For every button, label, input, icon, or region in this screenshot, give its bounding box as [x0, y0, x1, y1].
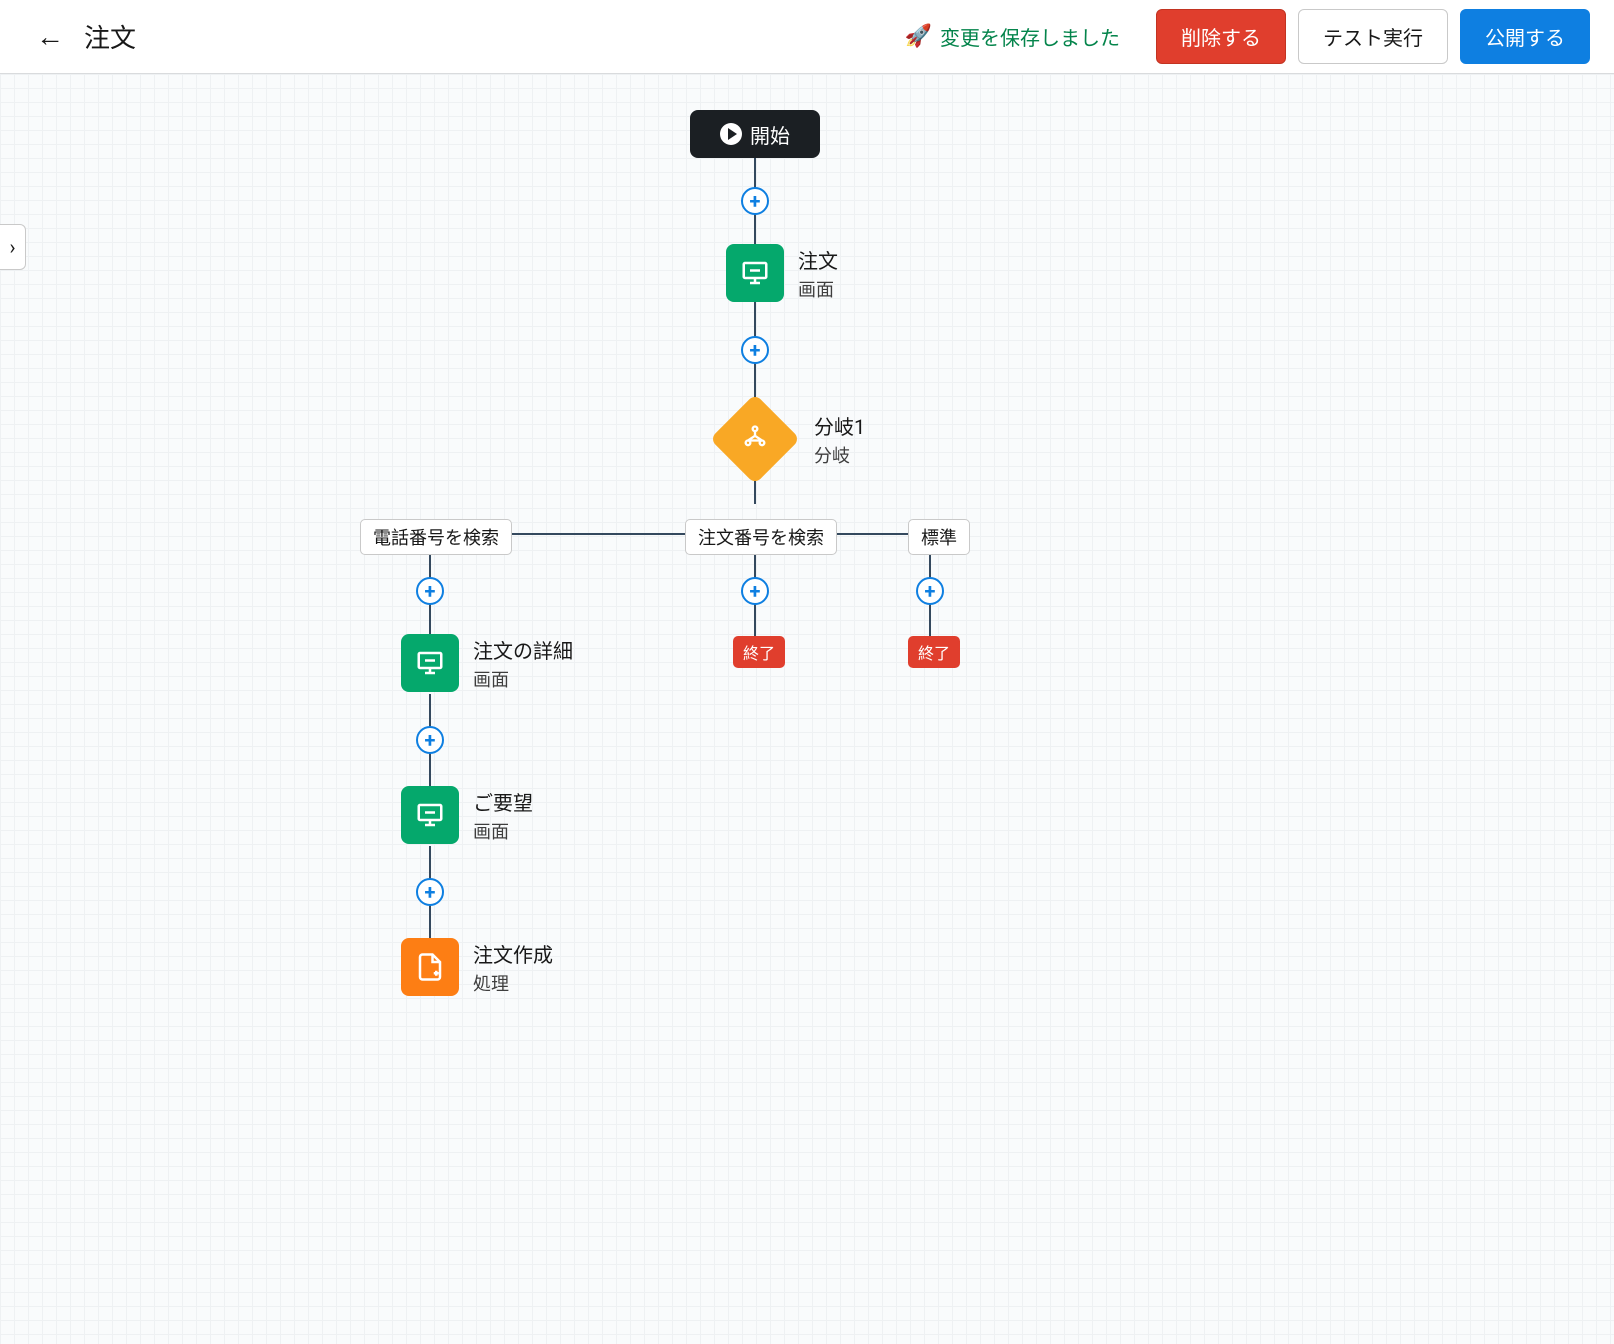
node-title: 分岐1	[814, 411, 865, 440]
screen-icon	[401, 634, 459, 692]
decision-icon	[710, 394, 801, 485]
branch-node[interactable]: 分岐1 分岐	[710, 394, 865, 484]
branch-label-order-no[interactable]: 注文番号を検索	[685, 519, 837, 555]
node-subtitle: 画面	[798, 276, 838, 302]
node-subtitle: 画面	[473, 818, 533, 844]
add-node-button[interactable]: +	[741, 336, 769, 364]
add-node-button[interactable]: +	[416, 878, 444, 906]
add-node-button[interactable]: +	[416, 577, 444, 605]
request-node[interactable]: ご要望 画面	[401, 786, 533, 844]
flow-canvas[interactable]: › 開始 + 注文 画面 +	[0, 74, 1614, 1344]
chevron-right-icon: ›	[9, 235, 15, 259]
back-arrow-icon: ←	[36, 21, 64, 52]
order-detail-node[interactable]: 注文の詳細 画面	[401, 634, 573, 692]
header: ← 注文 🚀 変更を保存しました 削除する テスト実行 公開する	[0, 0, 1614, 74]
node-title: ご要望	[473, 787, 533, 816]
node-title: 注文	[798, 245, 838, 274]
node-subtitle: 画面	[473, 666, 573, 692]
screen-icon	[401, 786, 459, 844]
publish-button[interactable]: 公開する	[1460, 9, 1590, 64]
node-title: 注文作成	[473, 939, 553, 968]
save-status-text: 変更を保存しました	[940, 22, 1120, 51]
page-title: 注文	[84, 18, 136, 55]
document-plus-icon	[401, 938, 459, 996]
back-button[interactable]: ←	[24, 17, 76, 57]
play-icon	[720, 123, 742, 145]
node-subtitle: 分岐	[814, 442, 865, 468]
sidebar-expand-handle[interactable]: ›	[0, 224, 26, 270]
add-node-button[interactable]: +	[741, 187, 769, 215]
branch-label-default[interactable]: 標準	[908, 519, 970, 555]
add-node-button[interactable]: +	[416, 726, 444, 754]
node-title: 注文の詳細	[473, 635, 573, 664]
end-tag[interactable]: 終了	[908, 636, 960, 668]
start-node[interactable]: 開始	[690, 110, 820, 158]
end-tag[interactable]: 終了	[733, 636, 785, 668]
order-screen-node[interactable]: 注文 画面	[726, 244, 838, 302]
delete-button[interactable]: 削除する	[1156, 9, 1286, 64]
start-label: 開始	[750, 120, 790, 149]
test-run-button[interactable]: テスト実行	[1298, 9, 1448, 64]
screen-icon	[726, 244, 784, 302]
create-order-node[interactable]: 注文作成 処理	[401, 938, 553, 996]
rocket-icon: 🚀	[905, 24, 932, 49]
node-subtitle: 処理	[473, 970, 553, 996]
add-node-button[interactable]: +	[916, 577, 944, 605]
add-node-button[interactable]: +	[741, 577, 769, 605]
save-status: 🚀 変更を保存しました	[905, 22, 1120, 51]
branch-label-phone[interactable]: 電話番号を検索	[360, 519, 512, 555]
